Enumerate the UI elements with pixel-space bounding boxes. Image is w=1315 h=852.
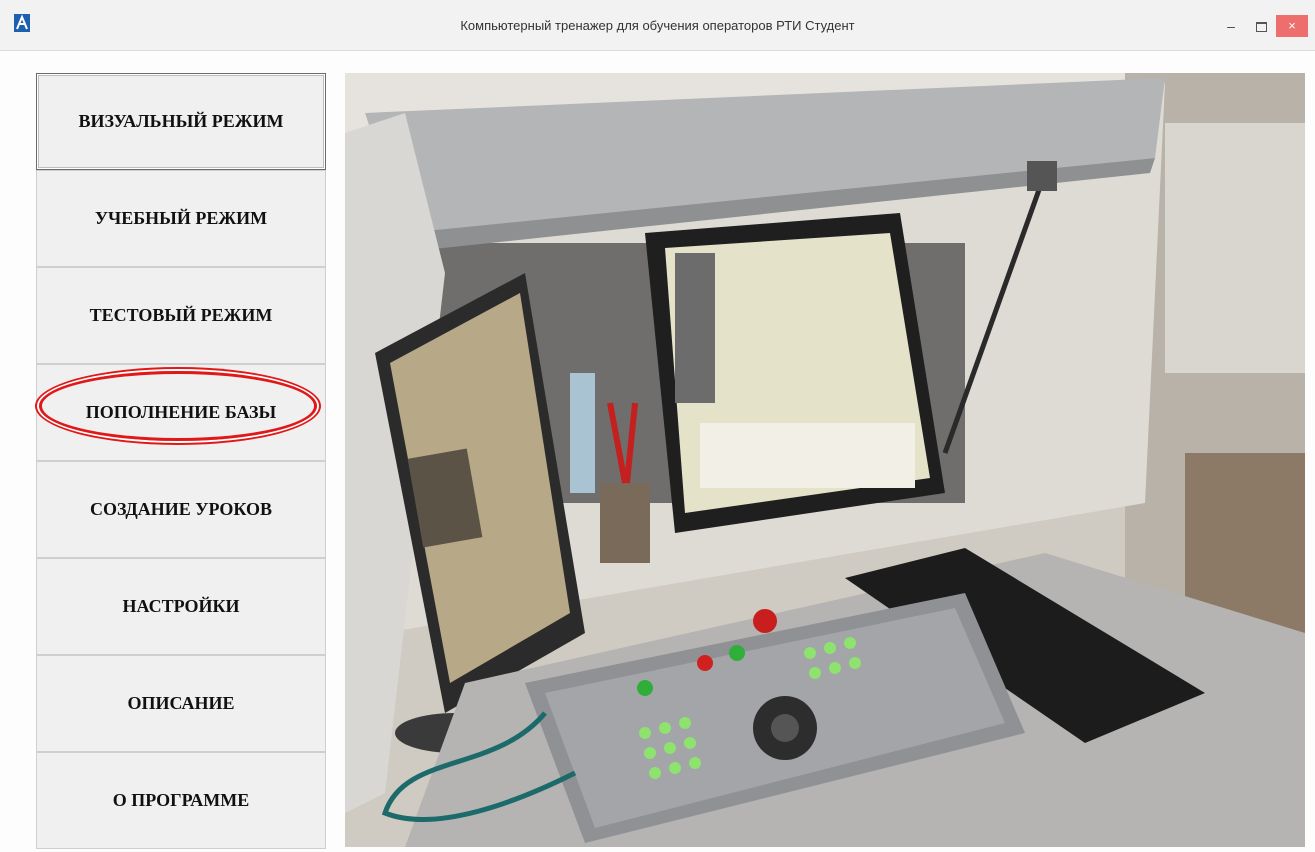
menu-item-label: ТЕСТОВЫЙ РЕЖИМ [89,305,273,325]
menu-settings-button[interactable]: НАСТРОЙКИ [36,558,326,655]
menu-training-mode-button[interactable]: УЧЕБНЫЙ РЕЖИМ [36,170,326,267]
app-window: Компьютерный тренажер для обучения опера… [0,0,1315,852]
menu-item-label: ОПИСАНИЕ [127,693,235,713]
minimize-button[interactable]: – [1218,15,1244,37]
window-title: Компьютерный тренажер для обучения опера… [460,18,855,33]
workstation-illustration [345,73,1305,847]
client-area: ВИЗУАЛЬНЫЙ РЕЖИМ УЧЕБНЫЙ РЕЖИМ ТЕСТОВЫЙ … [0,51,1315,852]
menu-create-lessons-button[interactable]: СОЗДАНИЕ УРОКОВ [36,461,326,558]
maximize-icon [1255,22,1267,33]
menu-database-update-button[interactable]: ПОПОЛНЕНИЕ БАЗЫ [36,364,326,461]
menu-item-label: НАСТРОЙКИ [122,596,240,616]
close-button[interactable]: × [1276,15,1308,37]
menu-item-label: ПОПОЛНЕНИЕ БАЗЫ [85,402,277,422]
menu-item-label: ВИЗУАЛЬНЫЙ РЕЖИМ [78,111,284,131]
menu-item-label: О ПРОГРАММЕ [112,790,250,810]
workstation-photo [345,73,1305,847]
menu-description-button[interactable]: ОПИСАНИЕ [36,655,326,752]
menu-test-mode-button[interactable]: ТЕСТОВЫЙ РЕЖИМ [36,267,326,364]
menu-item-label: УЧЕБНЫЙ РЕЖИМ [94,208,268,228]
maximize-button[interactable] [1248,15,1274,37]
title-bar: Компьютерный тренажер для обучения опера… [0,0,1315,51]
menu-item-label: СОЗДАНИЕ УРОКОВ [89,499,272,519]
menu-about-button[interactable]: О ПРОГРАММЕ [36,752,326,849]
menu-visual-mode-button[interactable]: ВИЗУАЛЬНЫЙ РЕЖИМ [36,73,326,170]
